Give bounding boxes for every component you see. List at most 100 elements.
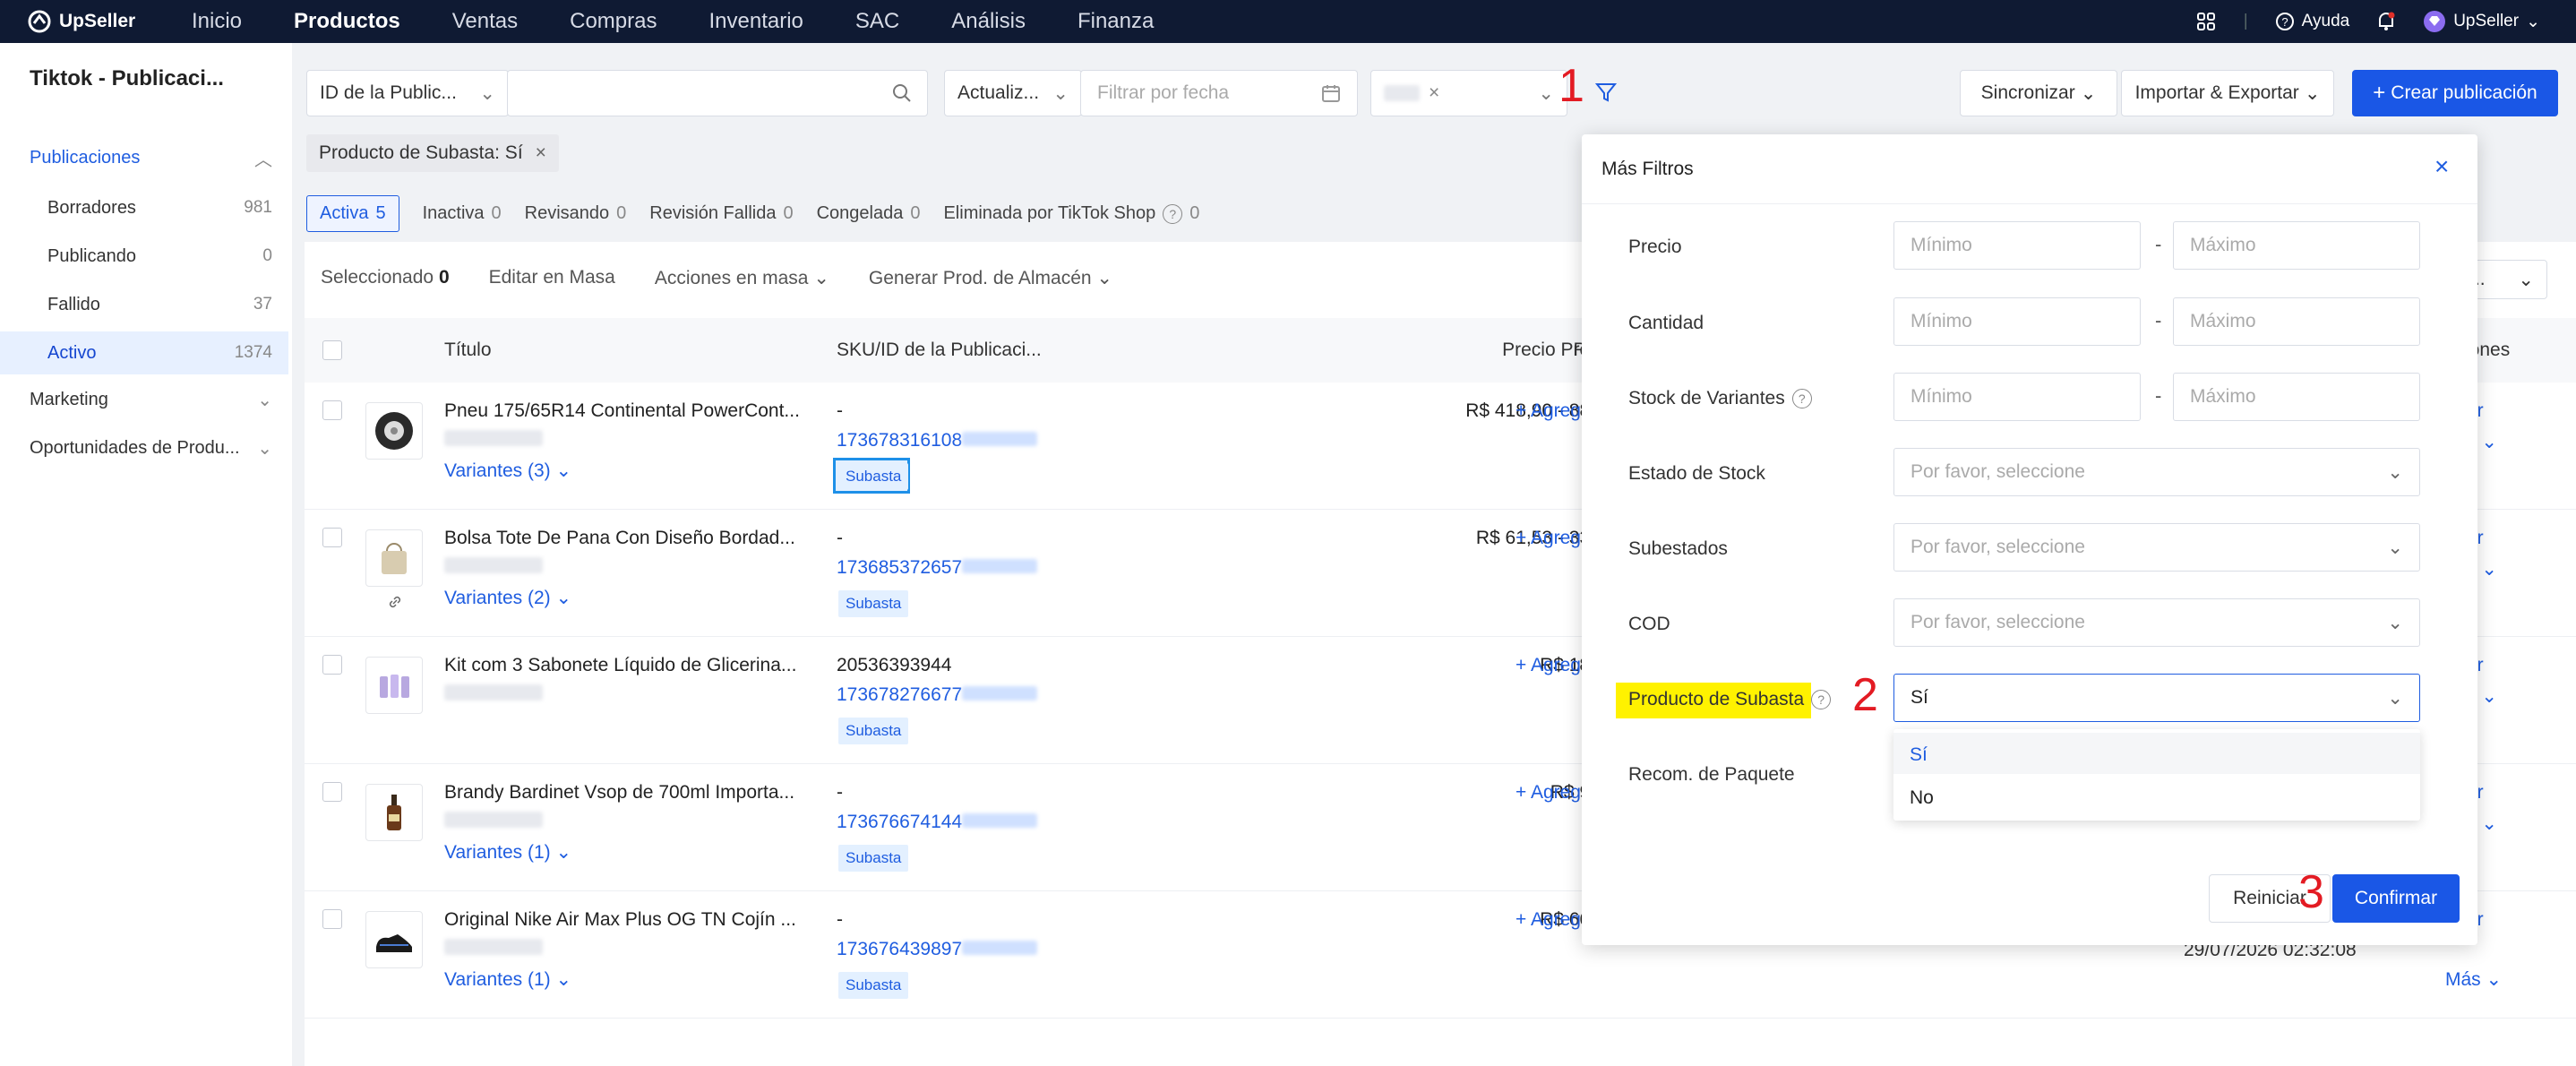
nav-compras[interactable]: Compras <box>570 9 657 34</box>
sidebar-group-oportunidades[interactable]: Oportunidades de Produ... ⌄ <box>0 426 288 469</box>
product-thumbnail[interactable] <box>365 784 423 841</box>
sidebar-item-fallido[interactable]: Fallido 37 <box>0 283 288 326</box>
more-actions-link[interactable]: Más ⌄ <box>2445 968 2502 991</box>
close-icon[interactable]: × <box>1429 82 1439 104</box>
help-circle-icon[interactable]: ? <box>1811 690 1832 710</box>
chevron-down-icon: ⌄ <box>555 842 572 863</box>
select-all-checkbox[interactable] <box>322 340 342 360</box>
product-title[interactable]: Kit com 3 Sabonete Líquido de Glicerina.… <box>444 655 796 676</box>
tab-inactiva[interactable]: Inactiva 0 <box>423 203 502 224</box>
product-title[interactable]: Bolsa Tote De Pana Con Diseño Bordad... <box>444 528 795 549</box>
add-promo-link[interactable]: + Agreg <box>1516 655 1581 676</box>
nav-inicio[interactable]: Inicio <box>192 9 242 34</box>
tab-eliminada[interactable]: Eliminada por TikTok Shop? 0 <box>943 203 1199 224</box>
filter-funnel-icon[interactable] <box>1594 81 1618 104</box>
listing-id-link[interactable]: 173676439897 <box>837 939 1038 960</box>
sidebar-item-label: Activo <box>47 342 97 363</box>
row-checkbox[interactable] <box>322 400 342 420</box>
tab-revisando[interactable]: Revisando 0 <box>525 203 627 224</box>
id-type-value: ID de la Public... <box>320 82 457 103</box>
variant-stock-min-input[interactable]: Mínimo <box>1893 373 2141 421</box>
close-icon[interactable]: × <box>536 142 546 164</box>
date-filter-input[interactable]: Filtrar por fecha <box>1080 70 1358 116</box>
row-checkbox[interactable] <box>322 782 342 802</box>
search-input[interactable] <box>507 70 928 116</box>
product-title[interactable]: Original Nike Air Max Plus OG TN Cojín .… <box>444 909 796 931</box>
account-menu[interactable]: UpSeller ⌄ <box>2423 10 2540 33</box>
close-icon[interactable]: × <box>2434 152 2449 181</box>
listing-id-link[interactable]: 173678316108 <box>837 430 1038 451</box>
help-link[interactable]: ? Ayuda <box>2275 12 2349 31</box>
variant-stock-max-input[interactable]: Máximo <box>2173 373 2420 421</box>
listing-id-link[interactable]: 173678276677 <box>837 684 1038 706</box>
listing-id-link[interactable]: 173685372657 <box>837 557 1038 579</box>
cod-select[interactable]: Por favor, seleccione ⌄ <box>1893 598 2420 647</box>
apps-grid-icon[interactable] <box>2195 11 2217 32</box>
sync-button[interactable]: Sincronizar ⌄ <box>1960 70 2117 116</box>
add-promo-link[interactable]: + Agreg <box>1516 909 1581 931</box>
quantity-label: Cantidad <box>1628 313 1704 333</box>
notification-bell-icon[interactable] <box>2376 11 2396 32</box>
brand-logo[interactable]: UpSeller <box>27 7 135 36</box>
product-thumbnail[interactable] <box>365 402 423 460</box>
tab-congelada[interactable]: Congelada 0 <box>817 203 921 224</box>
auction-badge: Subasta <box>838 972 909 999</box>
product-thumbnail[interactable] <box>365 529 423 587</box>
tab-revision-fallida[interactable]: Revisión Fallida 0 <box>649 203 793 224</box>
quantity-min-input[interactable]: Mínimo <box>1893 297 2141 346</box>
link-icon[interactable] <box>387 594 403 610</box>
import-export-button[interactable]: Importar & Exportar ⌄ <box>2121 70 2334 116</box>
create-listing-button[interactable]: + Crear publicación <box>2352 70 2558 116</box>
variants-toggle[interactable]: Variantes (3) ⌄ <box>444 460 571 482</box>
nav-ventas[interactable]: Ventas <box>452 9 518 34</box>
listing-id: 173685372657 <box>837 557 963 578</box>
product-thumbnail[interactable] <box>365 657 423 714</box>
add-promo-link[interactable]: + Agreg <box>1516 782 1581 804</box>
blurred-subtitle <box>444 812 543 828</box>
product-title[interactable]: Pneu 175/65R14 Continental PowerCont... <box>444 400 800 422</box>
date-type-select[interactable]: Actualiz... ⌄ <box>944 70 1082 116</box>
row-checkbox[interactable] <box>322 528 342 547</box>
product-title[interactable]: Brandy Bardinet Vsop de 700ml Importa... <box>444 782 794 804</box>
nav-productos[interactable]: Productos <box>294 9 400 34</box>
add-promo-link[interactable]: + Agreg <box>1516 528 1581 549</box>
confirm-button[interactable]: Confirmar <box>2332 874 2460 923</box>
row-checkbox[interactable] <box>322 909 342 929</box>
variants-toggle[interactable]: Variantes (1) ⌄ <box>444 841 571 864</box>
sidebar-item-borradores[interactable]: Borradores 981 <box>0 186 288 229</box>
chevron-down-icon: ⌄ <box>1096 268 1113 288</box>
variants-toggle[interactable]: Variantes (2) ⌄ <box>444 587 571 609</box>
id-type-select[interactable]: ID de la Public... ⌄ <box>306 70 509 116</box>
row-checkbox[interactable] <box>322 655 342 675</box>
bulk-actions-dropdown[interactable]: Acciones en masa ⌄ <box>655 267 829 289</box>
sidebar-item-publicando[interactable]: Publicando 0 <box>0 235 288 278</box>
sidebar-item-label: Borradores <box>47 197 136 218</box>
nav-inventario[interactable]: Inventario <box>708 9 803 34</box>
warehouse-dropdown[interactable]: Generar Prod. de Almacén ⌄ <box>869 267 1112 289</box>
sidebar-group-publicaciones[interactable]: Publicaciones ︿ <box>0 136 288 179</box>
help-circle-icon[interactable]: ? <box>1163 203 1183 224</box>
nav-analisis[interactable]: Análisis <box>951 9 1026 34</box>
nav-finanza[interactable]: Finanza <box>1078 9 1154 34</box>
price-max-input[interactable]: Máximo <box>2173 221 2420 270</box>
auction-select[interactable]: Sí ⌄ <box>1893 674 2420 722</box>
bulk-edit-button[interactable]: Editar en Masa <box>489 267 615 289</box>
option-no[interactable]: No <box>1893 776 2420 817</box>
store-select[interactable]: × ⌄ <box>1370 70 1567 116</box>
tab-activa[interactable]: Activa 5 <box>306 195 399 232</box>
stock-state-select[interactable]: Por favor, seleccione ⌄ <box>1893 448 2420 496</box>
modal-header: Más Filtros × <box>1582 134 2477 204</box>
product-thumbnail[interactable] <box>365 911 423 968</box>
search-icon[interactable] <box>891 82 913 104</box>
price-min-input[interactable]: Mínimo <box>1893 221 2141 270</box>
help-circle-icon[interactable]: ? <box>1791 389 1812 409</box>
substates-select[interactable]: Por favor, seleccione ⌄ <box>1893 523 2420 572</box>
quantity-max-input[interactable]: Máximo <box>2173 297 2420 346</box>
nav-sac[interactable]: SAC <box>855 9 899 34</box>
option-si[interactable]: Sí <box>1893 733 2420 774</box>
sidebar-item-activo[interactable]: Activo 1374 <box>0 331 288 374</box>
variants-toggle[interactable]: Variantes (1) ⌄ <box>444 968 571 991</box>
add-promo-link[interactable]: + Agreg <box>1516 400 1581 422</box>
sidebar-group-marketing[interactable]: Marketing ⌄ <box>0 378 288 421</box>
listing-id-link[interactable]: 173676674144 <box>837 812 1038 833</box>
